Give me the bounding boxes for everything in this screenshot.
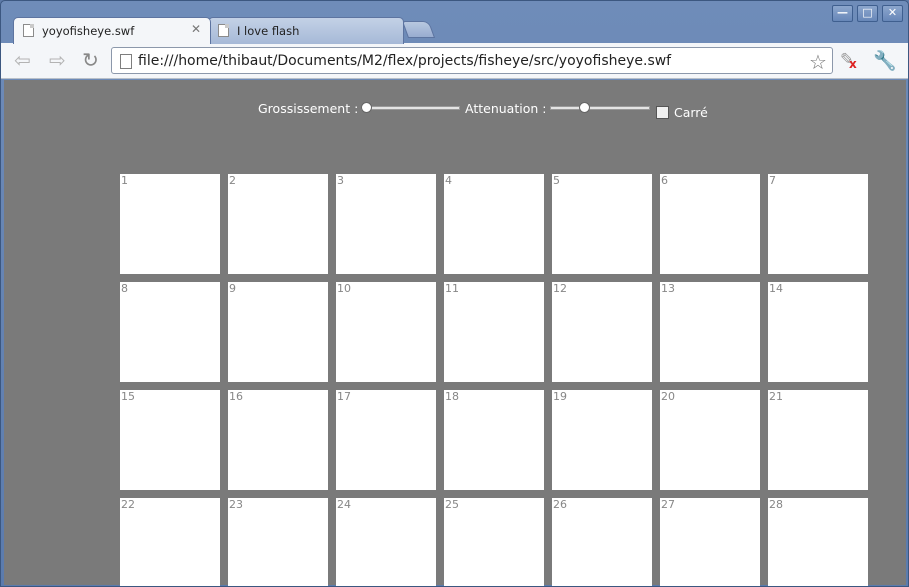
grid-cell-number: 27 [661, 498, 675, 511]
grid-cell-number: 22 [121, 498, 135, 511]
tab-title: yoyofisheye.swf [42, 24, 135, 38]
grossissement-slider-thumb[interactable] [361, 102, 372, 113]
grid-cell-number: 26 [553, 498, 567, 511]
tab-title: I love flash [237, 24, 300, 38]
tab-i-love-flash[interactable]: I love flash [208, 17, 404, 44]
grid-cell[interactable]: 2 [228, 174, 328, 274]
grid-cell[interactable]: 14 [768, 282, 868, 382]
plugin-blocked-icon[interactable]: ✎ x [840, 50, 857, 71]
grid-cell-number: 2 [229, 174, 236, 187]
grid-cell[interactable]: 4 [444, 174, 544, 274]
grid-cell-number: 28 [769, 498, 783, 511]
grid-cell-number: 9 [229, 282, 236, 295]
attenuation-label: Attenuation : [465, 101, 547, 116]
wrench-menu-icon[interactable]: 🔧 [873, 49, 897, 72]
page-icon [120, 54, 132, 69]
grossissement-slider[interactable] [361, 106, 460, 110]
grid-cell[interactable]: 22 [120, 498, 220, 586]
fisheye-grid: 1 2 3 4 5 6 7 8 9 10 11 12 13 14 15 16 17 18 19 20 21 22 23 24 2… [120, 174, 876, 586]
grid-cell-number: 25 [445, 498, 459, 511]
grid-cell-number: 7 [769, 174, 776, 187]
grid-cell[interactable]: 24 [336, 498, 436, 586]
close-window-button[interactable]: ✕ [882, 5, 903, 22]
flash-content: Grossissement : Attenuation : Carré 1234… [4, 80, 906, 586]
grid-cell-number: 18 [445, 390, 459, 403]
grid-cell[interactable]: 16 [228, 390, 328, 490]
grid-cell[interactable]: 20 [660, 390, 760, 490]
grid-cell[interactable]: 17 [336, 390, 436, 490]
grid-cell[interactable]: 19 [552, 390, 652, 490]
grid-cell[interactable]: 12 [552, 282, 652, 382]
close-tab-icon[interactable]: ✕ [191, 22, 201, 36]
attenuation-slider-thumb[interactable] [579, 102, 591, 113]
back-button[interactable]: ⇦ [11, 50, 34, 72]
grid-cell[interactable]: 6 [660, 174, 760, 274]
grid-cell-number: 6 [661, 174, 668, 187]
carre-checkbox[interactable] [656, 106, 669, 119]
page-icon [23, 24, 34, 37]
tab-yoyofisheye[interactable]: yoyofisheye.swf ✕ [13, 17, 211, 44]
grid-cell[interactable]: 11 [444, 282, 544, 382]
attenuation-slider[interactable] [550, 106, 650, 110]
maximize-button[interactable]: □ [857, 5, 878, 22]
grid-cell-number: 3 [337, 174, 344, 187]
minimize-button[interactable]: — [832, 5, 853, 22]
grid-cell[interactable]: 23 [228, 498, 328, 586]
grid-cell-number: 20 [661, 390, 675, 403]
grid-cell-number: 1 [121, 174, 128, 187]
grid-cell[interactable]: 26 [552, 498, 652, 586]
tab-strip: yoyofisheye.swf ✕ I love flash — □ ✕ [1, 1, 908, 44]
grid-cell-number: 19 [553, 390, 567, 403]
grid-cell-number: 23 [229, 498, 243, 511]
grid-cell[interactable]: 25 [444, 498, 544, 586]
bookmark-star-icon[interactable]: ☆ [809, 50, 827, 74]
grid-cell-number: 14 [769, 282, 783, 295]
address-bar[interactable]: file:///home/thibaut/Documents/M2/flex/p… [111, 47, 833, 74]
grid-cell[interactable]: 3 [336, 174, 436, 274]
grid-cell[interactable]: 15 [120, 390, 220, 490]
grid-cell-number: 8 [121, 282, 128, 295]
page-icon [218, 24, 229, 37]
grid-cell[interactable]: 10 [336, 282, 436, 382]
grid-cell-number: 5 [553, 174, 560, 187]
grid-cell-number: 24 [337, 498, 351, 511]
reload-button[interactable]: ↻ [79, 50, 102, 72]
grid-cell-number: 11 [445, 282, 459, 295]
grid-cell[interactable]: 13 [660, 282, 760, 382]
grid-cell-number: 13 [661, 282, 675, 295]
grid-cell-number: 16 [229, 390, 243, 403]
grid-cell[interactable]: 18 [444, 390, 544, 490]
grid-cell[interactable]: 28 [768, 498, 868, 586]
browser-toolbar: ⇦ ⇨ ↻ file:///home/thibaut/Documents/M2/… [1, 43, 908, 79]
grid-cell[interactable]: 21 [768, 390, 868, 490]
grid-cell[interactable]: 9 [228, 282, 328, 382]
browser-window: yoyofisheye.swf ✕ I love flash — □ ✕ ⇦ ⇨… [0, 0, 909, 587]
grid-cell-number: 21 [769, 390, 783, 403]
grid-cell-number: 12 [553, 282, 567, 295]
grid-cell-number: 4 [445, 174, 452, 187]
address-url: file:///home/thibaut/Documents/M2/flex/p… [138, 53, 672, 69]
grid-cell[interactable]: 27 [660, 498, 760, 586]
grid-cell[interactable]: 5 [552, 174, 652, 274]
carre-label: Carré [674, 105, 708, 120]
grid-cell[interactable]: 8 [120, 282, 220, 382]
forward-button[interactable]: ⇨ [46, 50, 69, 72]
grid-cell-number: 17 [337, 390, 351, 403]
grid-cell-number: 10 [337, 282, 351, 295]
grid-cell-number: 15 [121, 390, 135, 403]
grid-cell[interactable]: 7 [768, 174, 868, 274]
grid-cell[interactable]: 1 [120, 174, 220, 274]
new-tab-button[interactable] [401, 21, 436, 38]
grossissement-label: Grossissement : [258, 101, 359, 116]
